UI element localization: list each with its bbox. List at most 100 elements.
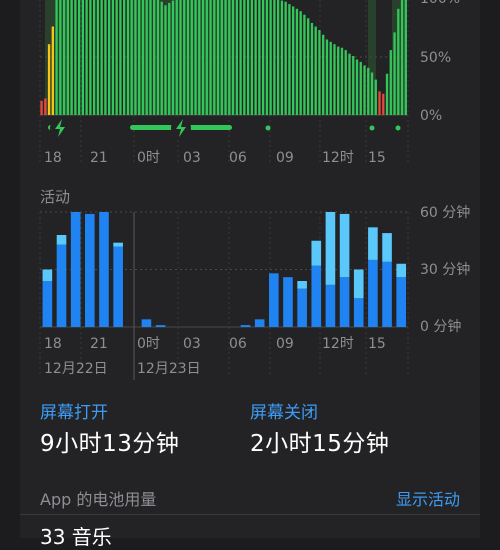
- battery-bar: [333, 44, 336, 116]
- battery-bar: [291, 6, 295, 115]
- battery-bar: [213, 0, 216, 115]
- battery-bar: [111, 0, 115, 115]
- battery-bar: [141, 0, 145, 115]
- battery-bar: [220, 0, 223, 115]
- battery-bar: [59, 0, 62, 115]
- battery-bar: [352, 56, 355, 115]
- battery-bar: [179, 0, 182, 115]
- battery-bar: [258, 0, 261, 115]
- battery-bar: [273, 0, 276, 115]
- app-usage-title: App 的电池用量: [40, 490, 157, 509]
- battery-x-tick: 09: [276, 150, 294, 166]
- activity-x-tick: 15: [368, 336, 386, 352]
- screen-on-bar: [368, 259, 378, 327]
- battery-bar: [337, 46, 340, 116]
- battery-bar: [239, 0, 242, 115]
- battery-bar: [404, 0, 407, 115]
- screen-on-bar: [56, 244, 67, 327]
- battery-bar: [62, 0, 66, 115]
- app-row-music[interactable]: 33 音乐: [40, 521, 112, 550]
- battery-bar: [119, 0, 122, 115]
- activity-x-tick: 12时: [322, 336, 354, 352]
- battery-bar: [348, 53, 351, 115]
- battery-bar: [126, 0, 130, 115]
- battery-x-tick: 03: [183, 150, 201, 166]
- battery-y-tick: 100%: [420, 0, 460, 7]
- battery-bar: [81, 0, 85, 115]
- screen-off-bar: [339, 213, 350, 278]
- battery-bar: [307, 18, 310, 116]
- battery-bar: [44, 98, 47, 115]
- screen-off-value: 2小时15分钟: [250, 431, 390, 457]
- activity-y-tick: 60 分钟: [420, 204, 470, 221]
- battery-bar: [269, 0, 272, 115]
- divider: [20, 514, 480, 515]
- battery-bar: [100, 0, 103, 115]
- screen-on-bar: [382, 261, 392, 327]
- screen-on-bar: [155, 325, 166, 327]
- battery-bar: [243, 0, 246, 115]
- activity-chart: 60 分钟 30 分钟 0 分钟 18 21 0时 03 06 09 12时 15 12月22日 1…: [39, 204, 470, 380]
- screen-off-bar: [382, 233, 392, 262]
- show-activity-link[interactable]: 显示活动: [396, 486, 460, 510]
- screen-on-bar: [353, 298, 364, 327]
- battery-bar: [123, 0, 126, 115]
- screen-on-bar: [339, 277, 350, 327]
- battery-bar: [134, 0, 137, 115]
- screen-off-bar: [297, 281, 307, 289]
- screen-on-bar: [311, 265, 322, 327]
- battery-bar: [209, 0, 212, 115]
- screen-on-bar: [396, 277, 407, 327]
- battery-bar: [201, 0, 205, 115]
- screen-on-bar: [240, 325, 251, 327]
- battery-bar: [265, 0, 269, 115]
- battery-bar: [70, 0, 73, 115]
- battery-bar: [175, 0, 178, 115]
- screen-on-bar: [42, 281, 53, 327]
- battery-bar: [329, 41, 332, 116]
- battery-bar: [246, 0, 250, 115]
- battery-bar: [168, 2, 171, 115]
- battery-bar: [288, 4, 291, 115]
- activity-x-tick: 06: [229, 336, 247, 352]
- battery-bar: [145, 0, 148, 115]
- battery-bar: [183, 0, 186, 115]
- screen-on-bar: [113, 246, 123, 327]
- battery-bar: [250, 0, 254, 115]
- battery-x-tick: 15: [368, 150, 386, 166]
- activity-date-label: 12月23日: [137, 361, 201, 377]
- battery-bar: [340, 47, 344, 115]
- app-row-label: 33 音乐: [40, 525, 112, 549]
- screen-on-bar: [325, 284, 336, 327]
- battery-bar: [310, 22, 314, 115]
- battery-bar: [295, 8, 299, 115]
- battery-bar: [186, 0, 190, 115]
- screen-off-bar: [353, 269, 364, 299]
- screen-on-bar: [70, 212, 81, 327]
- screen-off-bar: [311, 240, 322, 266]
- battery-bar: [397, 8, 400, 115]
- battery-bar: [74, 0, 77, 115]
- battery-bar: [359, 61, 362, 115]
- battery-bar: [194, 0, 197, 115]
- screen-on-bar: [141, 319, 152, 327]
- battery-bar: [205, 0, 208, 115]
- activity-x-tick: 0时: [137, 336, 160, 352]
- screen-on-bar: [269, 273, 279, 327]
- battery-bar: [318, 30, 321, 115]
- battery-bar: [367, 67, 370, 115]
- battery-bar: [261, 0, 265, 115]
- battery-x-tick: 06: [229, 150, 247, 166]
- battery-bar: [303, 14, 306, 116]
- battery-bar: [198, 0, 201, 115]
- activity-x-tick: 03: [183, 336, 201, 352]
- battery-bar: [382, 93, 385, 115]
- battery-bar: [55, 0, 58, 115]
- battery-bar: [160, 1, 163, 115]
- battery-bar: [66, 0, 70, 115]
- battery-bar: [138, 0, 141, 115]
- activity-x-tick: 09: [276, 336, 294, 352]
- screen-off-bar: [396, 263, 407, 278]
- battery-bar: [51, 26, 54, 115]
- battery-bar: [216, 0, 220, 115]
